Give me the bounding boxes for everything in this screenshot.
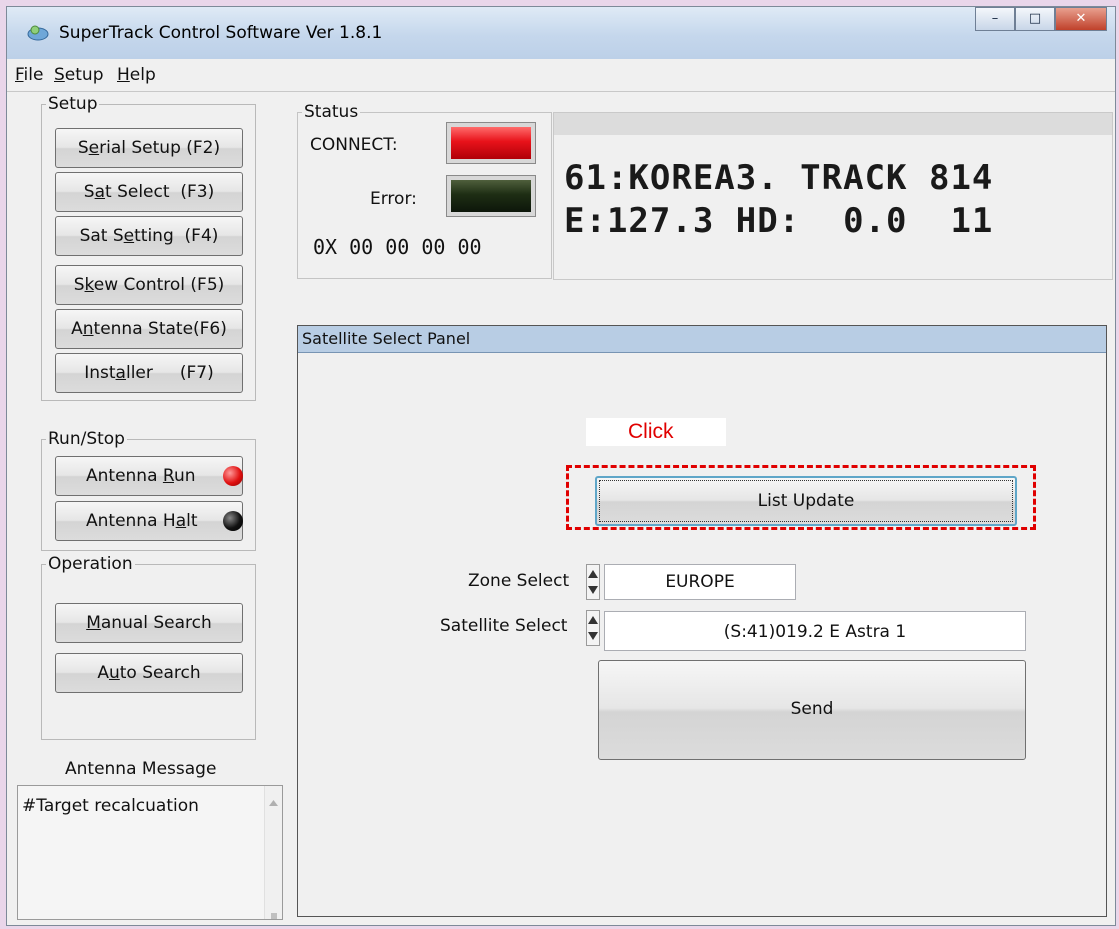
antenna-halt-button[interactable]: Antenna Halt (55, 501, 243, 541)
scroll-up-icon[interactable] (269, 800, 278, 806)
antenna-message-box[interactable]: #Target recalcuation (17, 785, 283, 920)
halt-led-icon (223, 511, 243, 531)
menu-setup-label: etup (64, 65, 104, 85)
serial-setup-label-a: S (77, 138, 89, 158)
connect-indicator (446, 122, 536, 164)
skew-control-label-b: ew Control (F5) (93, 275, 225, 295)
sat-select-button[interactable]: Sat Select (F3) (55, 172, 243, 212)
skew-control-button[interactable]: Skew Control (F5) (55, 265, 243, 305)
zone-select-field[interactable]: EUROPE (604, 564, 796, 600)
antenna-message-label: Antenna Message (65, 759, 217, 779)
maximize-button[interactable]: □ (1015, 7, 1055, 31)
menu-bar: File Setup Help (7, 59, 1115, 92)
sat-select-label-a: S (83, 182, 95, 202)
lcd-line-2: E:127.3 HD: 0.0 11 (564, 201, 994, 241)
serial-setup-button[interactable]: Serial Setup (F2) (55, 128, 243, 168)
installer-mnemonic: a (115, 363, 126, 383)
skew-control-label-a: S (73, 275, 85, 295)
sat-select-label-b: t Select (F3) (105, 182, 215, 202)
skew-control-mnemonic: k (84, 275, 94, 295)
installer-label-b: ller (F7) (125, 363, 214, 383)
manual-search-mnemonic: M (86, 613, 101, 633)
installer-label-a: Inst (84, 363, 116, 383)
run-led-icon (223, 466, 243, 486)
serial-setup-mnemonic: e (88, 138, 100, 158)
error-lamp-icon (451, 180, 531, 212)
message-scrollbar[interactable] (264, 786, 282, 919)
lcd-top-strip (554, 113, 1112, 135)
menu-help[interactable]: Help (117, 65, 156, 85)
hex-status: 0X 00 00 00 00 (313, 235, 482, 259)
click-annotation: Click (586, 418, 726, 446)
window-title: SuperTrack Control Software Ver 1.8.1 (59, 23, 383, 43)
sat-setting-label-a: Sat S (79, 226, 124, 246)
menu-setup[interactable]: Setup (54, 65, 104, 85)
operation-group-label: Operation (46, 553, 135, 575)
panel-title: Satellite Select Panel (298, 326, 1106, 353)
antenna-state-label-b: tenna State(F6) (93, 319, 227, 339)
antenna-run-mnemonic: R (162, 466, 174, 486)
close-button[interactable]: ✕ (1055, 7, 1107, 31)
error-indicator (446, 175, 536, 217)
auto-search-label-b: to Search (119, 663, 201, 683)
menu-file[interactable]: File (15, 65, 43, 85)
operation-group: Operation (41, 553, 256, 740)
error-label: Error: (370, 189, 417, 209)
antenna-state-mnemonic: n (82, 319, 94, 339)
antenna-message-text: #Target recalcuation (22, 796, 199, 816)
satellite-select-panel: Satellite Select Panel Click List Update… (297, 325, 1107, 917)
send-button[interactable]: Send (598, 660, 1026, 760)
menu-help-mnemonic: H (117, 65, 130, 85)
app-window: SuperTrack Control Software Ver 1.8.1 – … (6, 6, 1116, 926)
manual-search-label-b: anual Search (100, 613, 212, 633)
auto-search-label-a: A (97, 663, 109, 683)
connect-label: CONNECT: (310, 135, 398, 155)
runstop-group-label: Run/Stop (46, 428, 127, 450)
auto-search-mnemonic: u (108, 663, 120, 683)
list-update-button[interactable]: List Update (595, 476, 1017, 526)
antenna-run-label-b: un (173, 466, 196, 486)
menu-setup-mnemonic: S (54, 65, 65, 85)
app-icon (27, 25, 49, 41)
menu-file-mnemonic: F (15, 65, 24, 85)
satellite-select-field[interactable]: (S:41)019.2 E Astra 1 (604, 611, 1026, 651)
antenna-run-button[interactable]: Antenna Run (55, 456, 243, 496)
auto-search-button[interactable]: Auto Search (55, 653, 243, 693)
lcd-line-1: 61:KOREA3. TRACK 814 (564, 158, 994, 198)
antenna-run-label-a: Antenna (86, 466, 163, 486)
antenna-state-button[interactable]: Antenna State(F6) (55, 309, 243, 349)
minimize-button[interactable]: – (975, 7, 1015, 31)
manual-search-button[interactable]: Manual Search (55, 603, 243, 643)
scroll-thumb[interactable] (271, 913, 277, 919)
satellite-spinner-icon[interactable] (586, 610, 600, 646)
setup-group-label: Setup (46, 93, 100, 115)
antenna-halt-mnemonic: a (175, 511, 187, 531)
antenna-halt-label-b: lt (186, 511, 198, 531)
title-bar: SuperTrack Control Software Ver 1.8.1 – … (7, 7, 1115, 59)
status-group-label: Status (302, 101, 361, 123)
sat-select-mnemonic: a (94, 182, 106, 202)
sat-setting-button[interactable]: Sat Setting (F4) (55, 216, 243, 256)
menu-file-label: ile (23, 65, 44, 85)
zone-spinner-icon[interactable] (586, 564, 600, 600)
installer-button[interactable]: Installer (F7) (55, 353, 243, 393)
serial-setup-label-b: rial Setup (F2) (99, 138, 221, 158)
connect-lamp-icon (451, 127, 531, 159)
antenna-halt-label-a: Antenna H (86, 511, 176, 531)
satellite-select-label: Satellite Select (440, 616, 568, 636)
menu-help-label: elp (129, 65, 156, 85)
sat-setting-label-b: tting (F4) (134, 226, 219, 246)
antenna-state-label-a: A (71, 319, 83, 339)
zone-select-label: Zone Select (468, 571, 570, 591)
sat-setting-mnemonic: e (123, 226, 135, 246)
lcd-display: 61:KOREA3. TRACK 814 E:127.3 HD: 0.0 11 (553, 112, 1113, 280)
